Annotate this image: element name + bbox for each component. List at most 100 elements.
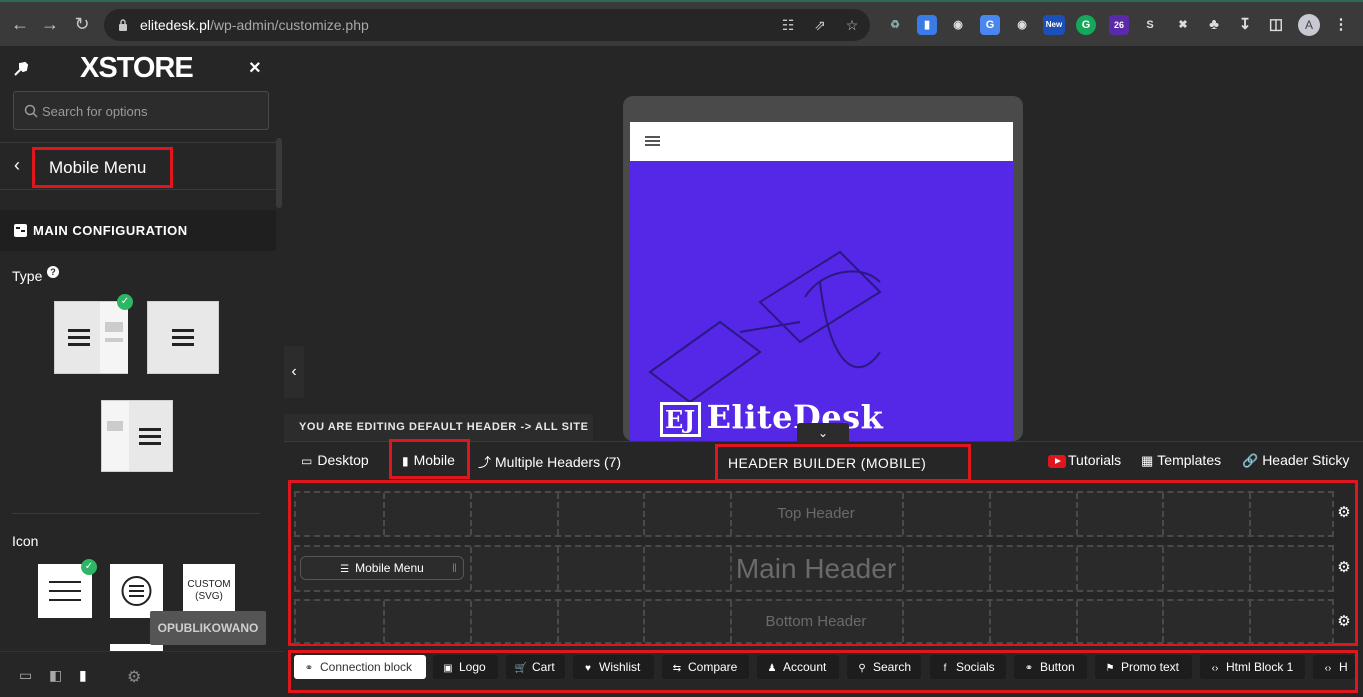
- sidebar-scrollbar[interactable]: [276, 138, 282, 208]
- icon-option-circle-menu[interactable]: [110, 564, 163, 618]
- tab-mobile[interactable]: ▮ Mobile: [402, 452, 455, 468]
- tablet-preview-icon[interactable]: ◧: [49, 667, 62, 684]
- hamburger-icon: ☰: [340, 564, 350, 575]
- tutorials-link[interactable]: Tutorials: [1048, 452, 1121, 468]
- profile-avatar[interactable]: A: [1298, 14, 1320, 36]
- help-icon[interactable]: ?: [47, 266, 59, 278]
- element-account[interactable]: ♟ Account: [757, 655, 839, 679]
- type-option-center[interactable]: [147, 301, 219, 374]
- share-icon[interactable]: ⇗: [811, 16, 829, 34]
- new-extension-icon[interactable]: New: [1043, 15, 1065, 35]
- header-builder-title: HEADER BUILDER (MOBILE): [715, 444, 971, 482]
- search-placeholder: Search for options: [42, 104, 148, 119]
- hammer-icon[interactable]: [12, 60, 30, 78]
- element-label: Promo text: [1121, 660, 1180, 674]
- element-label: Html Block 1: [1226, 660, 1294, 674]
- element-label: Search: [873, 660, 912, 674]
- mobile-preview-icon[interactable]: ▮: [79, 667, 87, 684]
- main-header-gear-icon[interactable]: ⚙: [1336, 560, 1352, 576]
- puzzle-extensions-icon[interactable]: ♣: [1204, 15, 1224, 35]
- element-button[interactable]: ⚭ Button: [1014, 655, 1087, 679]
- x-extension-icon[interactable]: ✖: [1173, 15, 1193, 35]
- docs-extension-icon[interactable]: ▮: [917, 15, 937, 35]
- collapse-sidebar-button[interactable]: ‹: [284, 346, 304, 398]
- close-icon[interactable]: ×: [249, 57, 261, 80]
- browser-toolbar: ← → ↻ elitedesk.pl/wp-admin/customize.ph…: [0, 0, 1363, 46]
- top-header-row[interactable]: Top Header: [294, 491, 1334, 537]
- youtube-icon: [1048, 454, 1066, 468]
- reload-icon[interactable]: ↻: [70, 12, 94, 36]
- bottom-header-gear-icon[interactable]: ⚙: [1336, 614, 1352, 630]
- main-configuration-section[interactable]: MAIN CONFIGURATION: [0, 210, 276, 251]
- back-arrow-icon[interactable]: ←: [8, 12, 32, 36]
- top-header-gear-icon[interactable]: ⚙: [1336, 505, 1352, 521]
- xstore-logo: XSTORE: [80, 52, 194, 84]
- search-icon: [24, 104, 38, 118]
- search-options-input[interactable]: Search for options: [13, 91, 269, 130]
- element-cart[interactable]: 🛒 Cart: [506, 655, 565, 679]
- bottom-header-row[interactable]: Bottom Header: [294, 599, 1334, 644]
- element-label: Account: [783, 660, 827, 674]
- branch-icon: ⤴: [478, 455, 492, 470]
- top-header-label: Top Header: [777, 505, 855, 522]
- element-wishlist[interactable]: ♥ Wishlist: [573, 655, 654, 679]
- bottom-header-label: Bottom Header: [765, 613, 867, 630]
- search-icon: ⚲: [858, 663, 866, 674]
- icon-option-partial[interactable]: [110, 644, 163, 651]
- back-chevron-icon[interactable]: ‹: [14, 155, 20, 176]
- gear-icon[interactable]: ⚙: [127, 667, 141, 687]
- grid-icon: ▦: [1141, 453, 1154, 468]
- tab-desktop-label: Desktop: [317, 452, 369, 468]
- image-icon: ▣: [443, 663, 453, 674]
- tab-desktop[interactable]: ▭ Desktop: [301, 452, 369, 468]
- element-html-block-2[interactable]: ‹› H: [1313, 655, 1355, 679]
- sidebar-top-bar: XSTORE ×: [0, 46, 284, 92]
- recycle-extension-icon[interactable]: ♻: [885, 15, 905, 35]
- panel-title: Mobile Menu: [32, 147, 173, 188]
- tab-multiple-headers[interactable]: ⤴ Multiple Headers (7): [478, 452, 621, 471]
- s-extension-icon[interactable]: S: [1140, 15, 1160, 35]
- translate-icon[interactable]: ☷: [779, 16, 797, 34]
- templates-link[interactable]: ▦ Templates: [1141, 452, 1221, 469]
- address-bar[interactable]: elitedesk.pl/wp-admin/customize.php ☷ ⇗ …: [104, 9, 870, 41]
- circle-menu-icon: [121, 576, 152, 606]
- mobile-menu-chip-label: Mobile Menu: [355, 561, 424, 575]
- element-html-block-1[interactable]: ‹› Html Block 1: [1200, 655, 1305, 679]
- desktop-preview-icon[interactable]: ▭: [19, 667, 32, 684]
- forward-arrow-icon[interactable]: →: [38, 12, 62, 36]
- drag-handle-icon[interactable]: ‖: [452, 557, 457, 579]
- element-logo[interactable]: ▣ Logo: [433, 655, 498, 679]
- monitor-icon: ▭: [301, 454, 313, 468]
- mobile-menu-element[interactable]: ☰ Mobile Menu ‖: [300, 556, 464, 580]
- tab-mobile-label: Mobile: [413, 452, 455, 468]
- element-socials[interactable]: f Socials: [930, 655, 1006, 679]
- tutorials-label: Tutorials: [1068, 452, 1122, 468]
- type-option-right-panel[interactable]: [101, 400, 173, 472]
- url-host: elitedesk.pl: [140, 17, 211, 33]
- type-label: Type: [12, 268, 43, 284]
- grammarly-extension-icon[interactable]: G: [1076, 15, 1096, 35]
- counter-extension-icon[interactable]: 26: [1109, 15, 1129, 35]
- bookmark-star-icon[interactable]: ☆: [843, 16, 861, 34]
- icon-option-custom-svg[interactable]: CUSTOM (SVG): [183, 564, 235, 618]
- type-option-left-panel[interactable]: [54, 301, 128, 374]
- side-panel-icon[interactable]: ◫: [1266, 15, 1286, 35]
- element-compare[interactable]: ⇆ Compare: [662, 655, 749, 679]
- header-sticky-link[interactable]: 🔗 Header Sticky: [1242, 452, 1349, 469]
- section-title: MAIN CONFIGURATION: [33, 223, 188, 238]
- element-label: Wishlist: [599, 660, 641, 674]
- new-badge: New: [1045, 20, 1063, 29]
- globe-extension-icon[interactable]: ◉: [948, 15, 968, 35]
- code-icon: ‹›: [1324, 663, 1332, 674]
- count-badge: 26: [1113, 20, 1124, 30]
- google-translate-extension-icon[interactable]: G: [980, 15, 1000, 35]
- element-promo-text[interactable]: ⚑ Promo text: [1095, 655, 1192, 679]
- camera-extension-icon[interactable]: ◉: [1012, 15, 1032, 35]
- publish-button[interactable]: OPUBLIKOWANO: [150, 611, 266, 645]
- collapse-builder-button[interactable]: ⌄: [797, 423, 849, 443]
- download-icon[interactable]: ↧: [1235, 15, 1255, 35]
- element-search[interactable]: ⚲ Search: [847, 655, 921, 679]
- link-icon: ⚭: [1024, 663, 1034, 674]
- element-connection-block[interactable]: ⚭ Connection block: [294, 655, 426, 679]
- kebab-menu-icon[interactable]: ⋮: [1331, 15, 1351, 35]
